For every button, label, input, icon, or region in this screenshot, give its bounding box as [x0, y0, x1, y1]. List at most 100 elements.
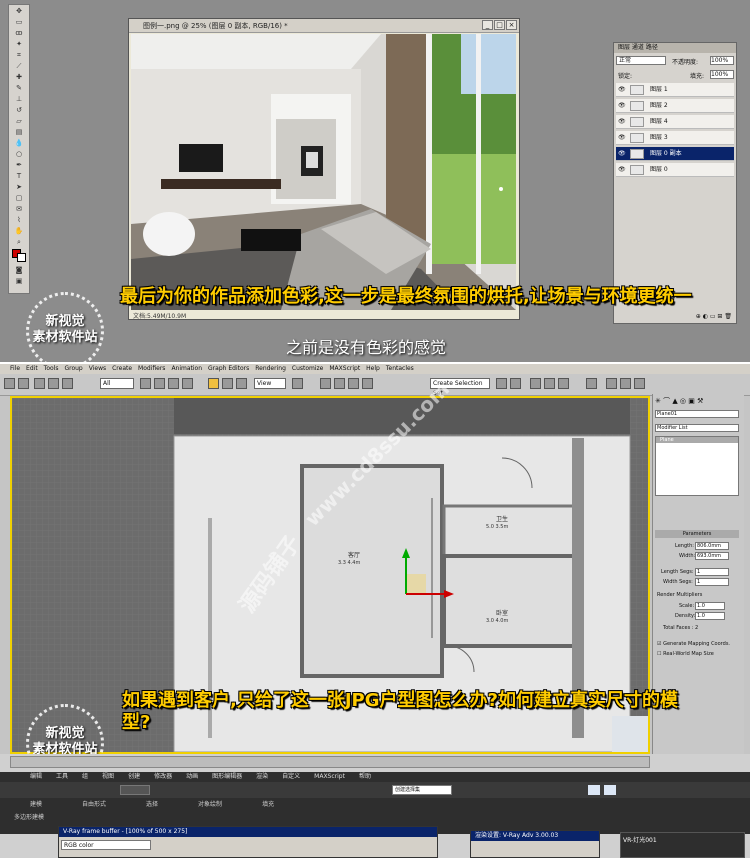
hand-tool-icon[interactable]: ✋	[10, 226, 28, 236]
layer-manager-icon[interactable]	[530, 378, 541, 389]
curve-editor-icon[interactable]	[544, 378, 555, 389]
render-icon[interactable]	[634, 378, 645, 389]
selection-filter[interactable]: All	[100, 378, 134, 389]
layers-tabs[interactable]: 图层 通道 路径	[614, 43, 736, 53]
menu-item[interactable]: File	[10, 365, 20, 372]
window-crossing-icon[interactable]	[182, 378, 193, 389]
select-by-name-icon[interactable]	[154, 378, 165, 389]
select-object-icon[interactable]	[140, 378, 151, 389]
pivot-icon[interactable]	[292, 378, 303, 389]
move-tool-icon[interactable]: ✥	[10, 6, 28, 16]
render-frame-icon[interactable]	[620, 378, 631, 389]
zoom-tool-icon[interactable]: ⌕	[10, 237, 28, 247]
stamp-tool-icon[interactable]: ⊥	[10, 94, 28, 104]
menu-item[interactable]: Create	[112, 365, 132, 372]
eye-icon[interactable]: 👁	[618, 115, 627, 129]
schematic-view-icon[interactable]	[558, 378, 569, 389]
rotate-icon[interactable]	[222, 378, 233, 389]
menu-item[interactable]: Tentacles	[386, 365, 414, 372]
pen-tool-icon[interactable]: ✒	[10, 160, 28, 170]
timeline[interactable]	[10, 756, 650, 768]
path-select-icon[interactable]: ➤	[10, 182, 28, 192]
undo-icon[interactable]	[4, 378, 15, 389]
close-icon[interactable]: ×	[506, 20, 517, 30]
menu-item-cn[interactable]: 帮助	[359, 773, 371, 780]
maximize-icon[interactable]: □	[494, 20, 505, 30]
mirror-icon[interactable]	[496, 378, 507, 389]
menu-item-cn[interactable]: 组	[82, 773, 88, 780]
menu-item[interactable]: Animation	[171, 365, 202, 372]
layer-row[interactable]: 👁 图层 2	[616, 99, 734, 113]
gen-mapping-checkbox[interactable]: ☑ Generate Mapping Coords.	[657, 641, 730, 647]
angle-snap-icon[interactable]	[334, 378, 345, 389]
lasso-tool-icon[interactable]: ꝏ	[10, 28, 28, 38]
menu-item[interactable]: Edit	[26, 365, 38, 372]
eraser-tool-icon[interactable]: ▱	[10, 116, 28, 126]
length-field[interactable]: 806.0mm	[695, 542, 729, 550]
notes-tool-icon[interactable]: ✉	[10, 204, 28, 214]
object-name-field[interactable]: Plane01	[655, 410, 739, 418]
redo-icon[interactable]	[18, 378, 29, 389]
blend-mode-select[interactable]: 正常	[616, 56, 666, 65]
eye-icon[interactable]: 👁	[618, 147, 627, 161]
menu-item-cn[interactable]: 工具	[56, 773, 68, 780]
layer-row[interactable]: 👁 图层 0 副本	[616, 147, 734, 161]
opacity-field[interactable]: 100%	[710, 56, 734, 65]
eye-icon[interactable]: 👁	[618, 131, 627, 145]
menu-item-cn[interactable]: 修改器	[154, 773, 172, 780]
material-editor-icon[interactable]	[586, 378, 597, 389]
layer-footer-icons[interactable]: ⊕ ◐ ▭ ⊞ 🗑	[614, 313, 736, 323]
menu-item[interactable]: Rendering	[255, 365, 286, 372]
layer-row[interactable]: 👁 图层 0	[616, 163, 734, 177]
minimize-icon[interactable]: _	[482, 20, 493, 30]
unlink-icon[interactable]	[48, 378, 59, 389]
dodge-tool-icon[interactable]: ○	[10, 149, 28, 159]
scale-icon[interactable]	[236, 378, 247, 389]
shape-tool-icon[interactable]: ▢	[10, 193, 28, 203]
menu-item[interactable]: Customize	[292, 365, 324, 372]
menu-item[interactable]: Group	[64, 365, 82, 372]
type-tool-icon[interactable]: T	[10, 171, 28, 181]
menu-item-cn[interactable]: MAXScript	[314, 773, 345, 780]
marquee-tool-icon[interactable]: ▭	[10, 17, 28, 27]
magic-wand-icon[interactable]: ✦	[10, 39, 28, 49]
bind-spacewarp-icon[interactable]	[62, 378, 73, 389]
parameters-rollout[interactable]: Parameters	[655, 530, 739, 538]
ribbon-tab[interactable]: 填充	[262, 801, 274, 808]
menu-item-cn[interactable]: 视图	[102, 773, 114, 780]
modifier-list-select[interactable]: Modifier List	[655, 424, 739, 432]
eye-icon[interactable]: 👁	[618, 83, 627, 97]
real-world-checkbox[interactable]: ☐ Real-World Map Size	[657, 651, 714, 657]
spinner-snap-icon[interactable]	[362, 378, 373, 389]
scale-field[interactable]: 1.0	[695, 602, 725, 610]
render-setup-icon[interactable]	[606, 378, 617, 389]
ribbon-tab[interactable]: 建模	[30, 801, 42, 808]
command-tabs[interactable]: ✳ ⌒ ▲ ◎ ▣ ⚒	[655, 396, 743, 408]
percent-snap-icon[interactable]	[348, 378, 359, 389]
selection-set-cn[interactable]: 创建选择集	[392, 785, 452, 795]
layer-row[interactable]: 👁 图层 1	[616, 83, 734, 97]
menu-item[interactable]: MAXScript	[329, 365, 360, 372]
align-icon[interactable]	[510, 378, 521, 389]
render-setup-icon-cn[interactable]	[588, 785, 600, 795]
vray-channel-select[interactable]: RGB color	[61, 840, 151, 850]
blur-tool-icon[interactable]: 💧	[10, 138, 28, 148]
menu-item[interactable]: Views	[89, 365, 106, 372]
snap-icon[interactable]	[320, 378, 331, 389]
width-field[interactable]: 693.0mm	[695, 552, 729, 560]
gradient-tool-icon[interactable]: ▤	[10, 127, 28, 137]
menu-item-cn[interactable]: 创建	[128, 773, 140, 780]
brush-tool-icon[interactable]: ✎	[10, 83, 28, 93]
stack-item-plane[interactable]: Plane	[656, 437, 738, 443]
menu-item-cn[interactable]: 自定义	[282, 773, 300, 780]
ribbon-tab[interactable]: 选择	[146, 801, 158, 808]
eyedropper-icon[interactable]: ⌇	[10, 215, 28, 225]
screen-mode-icon[interactable]: ▣	[10, 276, 28, 286]
selection-filter-cn[interactable]	[120, 785, 150, 795]
modifier-stack[interactable]: Plane	[655, 436, 739, 496]
region-select-icon[interactable]	[168, 378, 179, 389]
menu-item[interactable]: Graph Editors	[208, 365, 249, 372]
crop-tool-icon[interactable]: ⌗	[10, 50, 28, 60]
fill-field[interactable]: 100%	[710, 70, 734, 79]
length-segs-field[interactable]: 1	[695, 568, 729, 576]
